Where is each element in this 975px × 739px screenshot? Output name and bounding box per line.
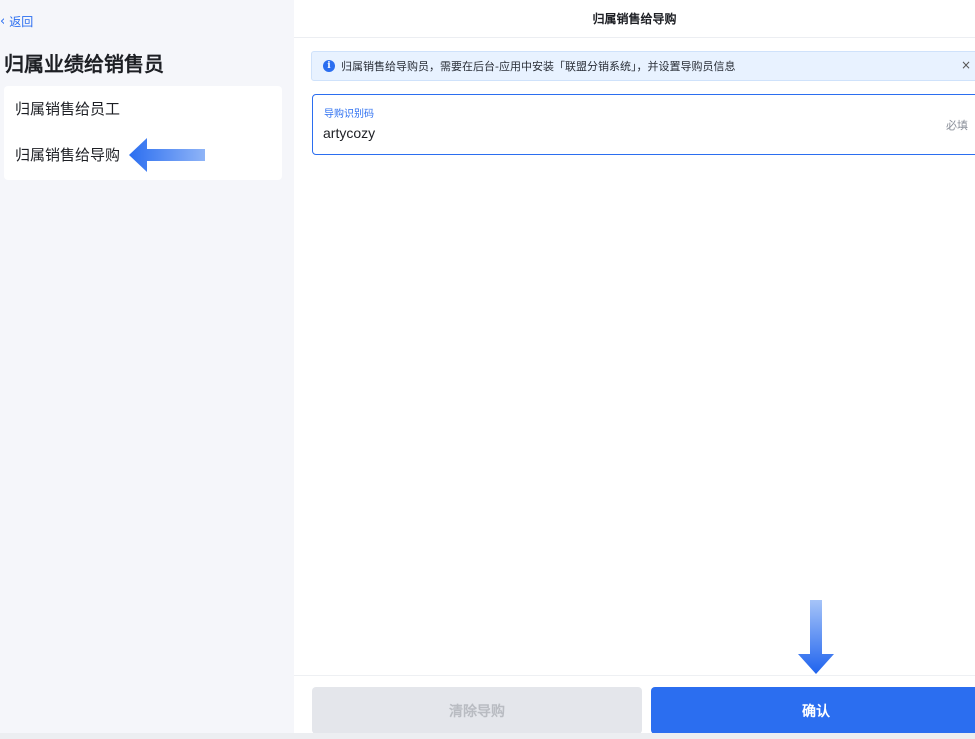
pointer-arrow-left-icon <box>129 138 205 172</box>
guide-code-input[interactable] <box>323 122 823 144</box>
info-icon: i <box>323 60 335 72</box>
info-notice: i 归属销售给导购员，需要在后台-应用中安装「联盟分销系统」，并设置导购员信息 … <box>311 51 975 81</box>
menu-item-shopping-guide[interactable]: 归属销售给导购 <box>15 144 120 168</box>
chevron-left-icon: ‹ <box>0 13 6 29</box>
left-panel: ‹ 返回 归属业绩给销售员 归属销售给员工 归属销售给导购 <box>0 0 294 739</box>
page-title: 归属业绩给销售员 <box>4 52 164 76</box>
action-footer: 清除导购 确认 <box>294 675 975 739</box>
confirm-button[interactable]: 确认 <box>651 687 975 734</box>
guide-code-field[interactable]: 导购识别码 必填 <box>312 94 975 155</box>
pointer-arrow-down-icon <box>798 600 834 674</box>
menu-item-employee[interactable]: 归属销售给员工 <box>15 98 120 122</box>
back-button[interactable]: ‹ 返回 <box>0 12 33 30</box>
notice-text: 归属销售给导购员，需要在后台-应用中安装「联盟分销系统」，并设置导购员信息 <box>341 60 736 73</box>
required-hint: 必填 <box>946 119 968 132</box>
right-panel: 归属销售给导购 i 归属销售给导购员，需要在后台-应用中安装「联盟分销系统」，并… <box>294 0 975 739</box>
guide-code-label: 导购识别码 <box>324 109 374 120</box>
bottom-edge <box>0 733 975 739</box>
back-label: 返回 <box>9 14 34 29</box>
dialog-title: 归属销售给导购 <box>294 0 975 38</box>
clear-guide-button[interactable]: 清除导购 <box>312 687 642 734</box>
close-icon[interactable]: × <box>961 58 971 72</box>
